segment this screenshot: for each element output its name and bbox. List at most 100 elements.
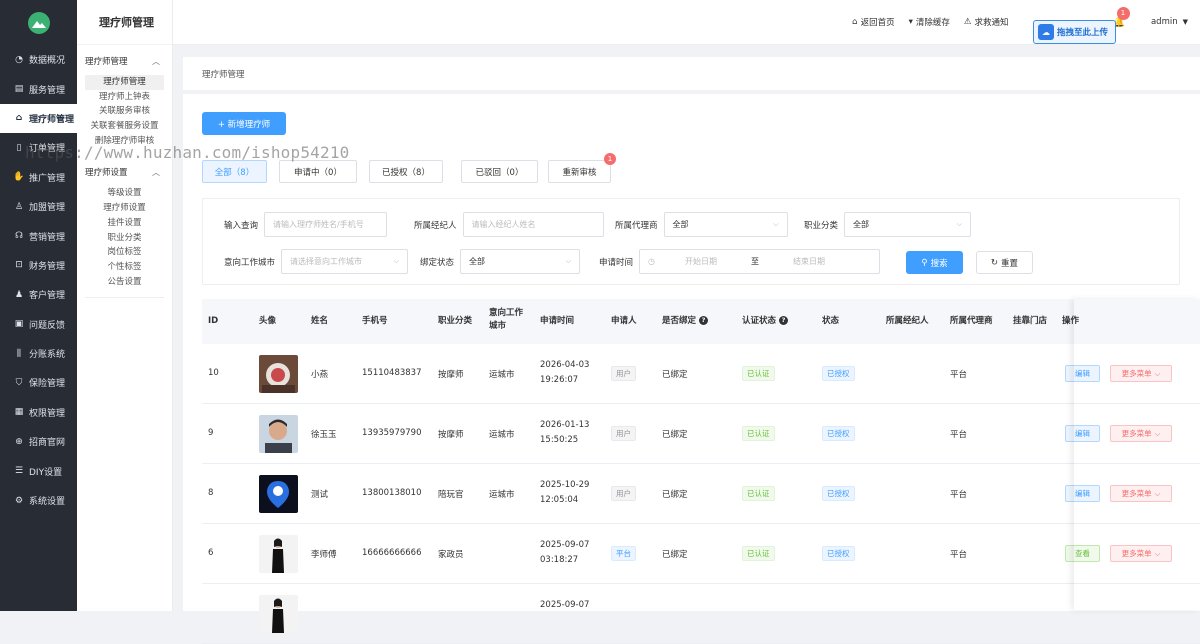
start-date-input[interactable]: 开始日期 bbox=[685, 256, 717, 267]
sos-link[interactable]: ⚠ 求救通知 bbox=[964, 16, 1009, 28]
query-input[interactable]: 请输入理疗师姓名/手机号 bbox=[264, 212, 388, 237]
header-name: 姓名 bbox=[311, 316, 329, 326]
user-menu[interactable]: admin ▼ bbox=[1151, 17, 1188, 27]
subnav-item-pendant[interactable]: 挂件设置 bbox=[77, 216, 172, 231]
cell-bound: 已绑定 bbox=[662, 430, 688, 440]
end-date-input[interactable]: 结束日期 bbox=[793, 256, 825, 267]
reset-button[interactable]: ↻ 重置 bbox=[976, 251, 1033, 274]
proxy-label: 所属代理商 bbox=[615, 220, 658, 231]
subnav-item-notice[interactable]: 公告设置 bbox=[77, 275, 172, 290]
cell-date: 2025-10-29 bbox=[540, 480, 590, 490]
date-range-picker[interactable]: ◷ 开始日期 至 结束日期 bbox=[639, 249, 881, 274]
bind-select[interactable]: 全部 ⌵ bbox=[460, 249, 581, 274]
header-agent: 所属经纪人 bbox=[886, 316, 929, 326]
sidebar-item-customer[interactable]: ♟ 客户管理 bbox=[0, 280, 77, 309]
subnav-item-post-tags[interactable]: 岗位标签 bbox=[77, 245, 172, 260]
cell-name: 小燕 bbox=[311, 370, 329, 380]
cell-proxy: 平台 bbox=[950, 550, 968, 560]
header-id: ID bbox=[208, 316, 219, 326]
subnav-item-level[interactable]: 等级设置 bbox=[77, 186, 172, 201]
cell-bound: 已绑定 bbox=[662, 550, 688, 560]
cell-date: 2026-01-13 bbox=[540, 420, 590, 430]
city-select[interactable]: 请选择意向工作城市 ⌵ bbox=[281, 249, 409, 274]
bind-label: 绑定状态 bbox=[420, 257, 455, 268]
header-proxy: 所属代理商 bbox=[950, 316, 993, 326]
calendar-icon: ◷ bbox=[648, 257, 655, 266]
breadcrumb: 理疗师管理 bbox=[183, 57, 1200, 90]
category-label: 职业分类 bbox=[804, 220, 839, 231]
sidebar-item-insurance[interactable]: ⛉ 保险管理 bbox=[0, 368, 77, 397]
home-icon: ⌂ bbox=[852, 17, 858, 27]
ops-column-shadow bbox=[1074, 299, 1200, 610]
subnav-item-therapist-settings[interactable]: 理疗师设置 bbox=[77, 201, 172, 216]
subnav-item-personal-tags[interactable]: 个性标签 bbox=[77, 260, 172, 275]
sidebar-item-permission[interactable]: ▦ 权限管理 bbox=[0, 398, 77, 427]
header-phone: 手机号 bbox=[362, 316, 388, 326]
header-bound: 是否绑定? bbox=[662, 315, 709, 328]
sidebar-item-therapist[interactable]: ⌂ 理疗师管理 bbox=[0, 103, 77, 134]
sidebar-item-marketing[interactable]: ☊ 营销管理 bbox=[0, 221, 77, 250]
customer-icon: ♟ bbox=[14, 289, 24, 300]
add-therapist-button[interactable]: + 新增理疗师 bbox=[202, 112, 286, 135]
tab-rejected[interactable]: 已驳回（0） bbox=[461, 160, 538, 183]
sidebar-item-dashboard[interactable]: ◔ 数据概况 bbox=[0, 45, 77, 74]
logo[interactable] bbox=[0, 0, 77, 45]
tab-rereview[interactable]: 重新审核 1 bbox=[548, 153, 616, 183]
cell-date: 2025-09-07 bbox=[540, 540, 590, 550]
sidebar-item-finance[interactable]: ⊡ 财务管理 bbox=[0, 251, 77, 280]
home-link[interactable]: ⌂ 返回首页 bbox=[852, 16, 894, 28]
chevron-up-icon: ︿ bbox=[152, 167, 160, 177]
refresh-icon: ↻ bbox=[990, 257, 999, 268]
main-sidebar: ◔ 数据概况 ▤ 服务管理 ⌂ 理疗师管理 ▯ 订单管理 ✋ 推广管理 ♙ 加盟管理 ☊ 营销… bbox=[0, 0, 77, 611]
help-icon[interactable]: ? bbox=[699, 316, 709, 325]
subnav-item-clock-table[interactable]: 理疗师上钟表 bbox=[77, 90, 172, 105]
status-tag: 已授权 bbox=[822, 486, 855, 501]
table-row: 6 李师傅 16666666666 家政员 2025-09-07 03:18:2… bbox=[202, 524, 1200, 584]
sidebar-item-feedback[interactable]: ▣ 问题反馈 bbox=[0, 310, 77, 339]
sidebar-item-service[interactable]: ▤ 服务管理 bbox=[0, 74, 77, 103]
therapist-icon: ⌂ bbox=[15, 113, 23, 124]
table-row: 10 小燕 15110483837 按摩师 运城市 2026-04-03 19:… bbox=[202, 344, 1200, 404]
tab-all[interactable]: 全部（8） bbox=[202, 160, 267, 183]
tab-applying[interactable]: 申请中（0） bbox=[279, 160, 357, 183]
subnav-item-package-settings[interactable]: 关联套餐服务设置 bbox=[77, 119, 172, 134]
header-applicant: 申请人 bbox=[611, 316, 637, 326]
cell-time: 19:26:07 bbox=[540, 375, 579, 385]
applicant-tag: 用户 bbox=[611, 426, 636, 441]
search-button[interactable]: ⚲ 搜索 bbox=[906, 251, 963, 274]
sidebar-item-settings[interactable]: ⚙ 系统设置 bbox=[0, 486, 77, 515]
subnav-item-service-review[interactable]: 关联服务审核 bbox=[77, 104, 172, 119]
cell-city: 运城市 bbox=[489, 430, 515, 440]
agent-input[interactable]: 请输入经纪人姓名 bbox=[462, 212, 604, 237]
sidebar-item-promotion[interactable]: ✋ 推广管理 bbox=[0, 163, 77, 192]
category-select[interactable]: 全部 ⌵ bbox=[844, 212, 972, 237]
status-tag: 已授权 bbox=[822, 546, 855, 561]
cell-date: 2026-04-03 bbox=[540, 360, 590, 370]
header-category: 职业分类 bbox=[438, 316, 473, 326]
upload-dropzone[interactable]: ☁ 拖拽至此上传 bbox=[1033, 20, 1116, 44]
feedback-icon: ▣ bbox=[14, 319, 24, 330]
sidebar-item-franchise[interactable]: ♙ 加盟管理 bbox=[0, 192, 77, 221]
notification-badge: 1 bbox=[1116, 6, 1130, 20]
chevron-down-icon: ⌵ bbox=[773, 220, 779, 228]
help-icon[interactable]: ? bbox=[779, 316, 789, 325]
sidebar-item-split[interactable]: ⫼ 分账系统 bbox=[0, 339, 77, 368]
subnav-group-settings[interactable]: 理疗师设置 ︿ bbox=[77, 158, 172, 186]
subnav-item-category[interactable]: 职业分类 bbox=[77, 231, 172, 246]
cell-phone: 13800138010 bbox=[362, 488, 422, 498]
cell-id: 9 bbox=[208, 428, 214, 438]
clear-cache-link[interactable]: ▾ 清除缓存 bbox=[909, 16, 950, 28]
subnav-group-therapist[interactable]: 理疗师管理 ︿ bbox=[77, 47, 172, 75]
header-store: 挂靠门店 bbox=[1013, 316, 1048, 326]
cell-category: 家政员 bbox=[438, 550, 464, 560]
sidebar-item-diy[interactable]: ☰ DIY设置 bbox=[0, 456, 77, 485]
applicant-tag: 用户 bbox=[611, 366, 636, 381]
dashboard-icon: ◔ bbox=[15, 54, 23, 65]
sidebar-item-website[interactable]: ⊕ 招商官网 bbox=[0, 427, 77, 456]
tab-authorized[interactable]: 已授权（8） bbox=[369, 160, 443, 183]
cell-time: 12:05:04 bbox=[540, 495, 579, 505]
insurance-icon: ⛉ bbox=[15, 377, 23, 388]
divider bbox=[85, 297, 164, 299]
proxy-select[interactable]: 全部 ⌵ bbox=[663, 212, 788, 237]
subnav-item-therapist-manage[interactable]: 理疗师管理 bbox=[85, 75, 164, 90]
